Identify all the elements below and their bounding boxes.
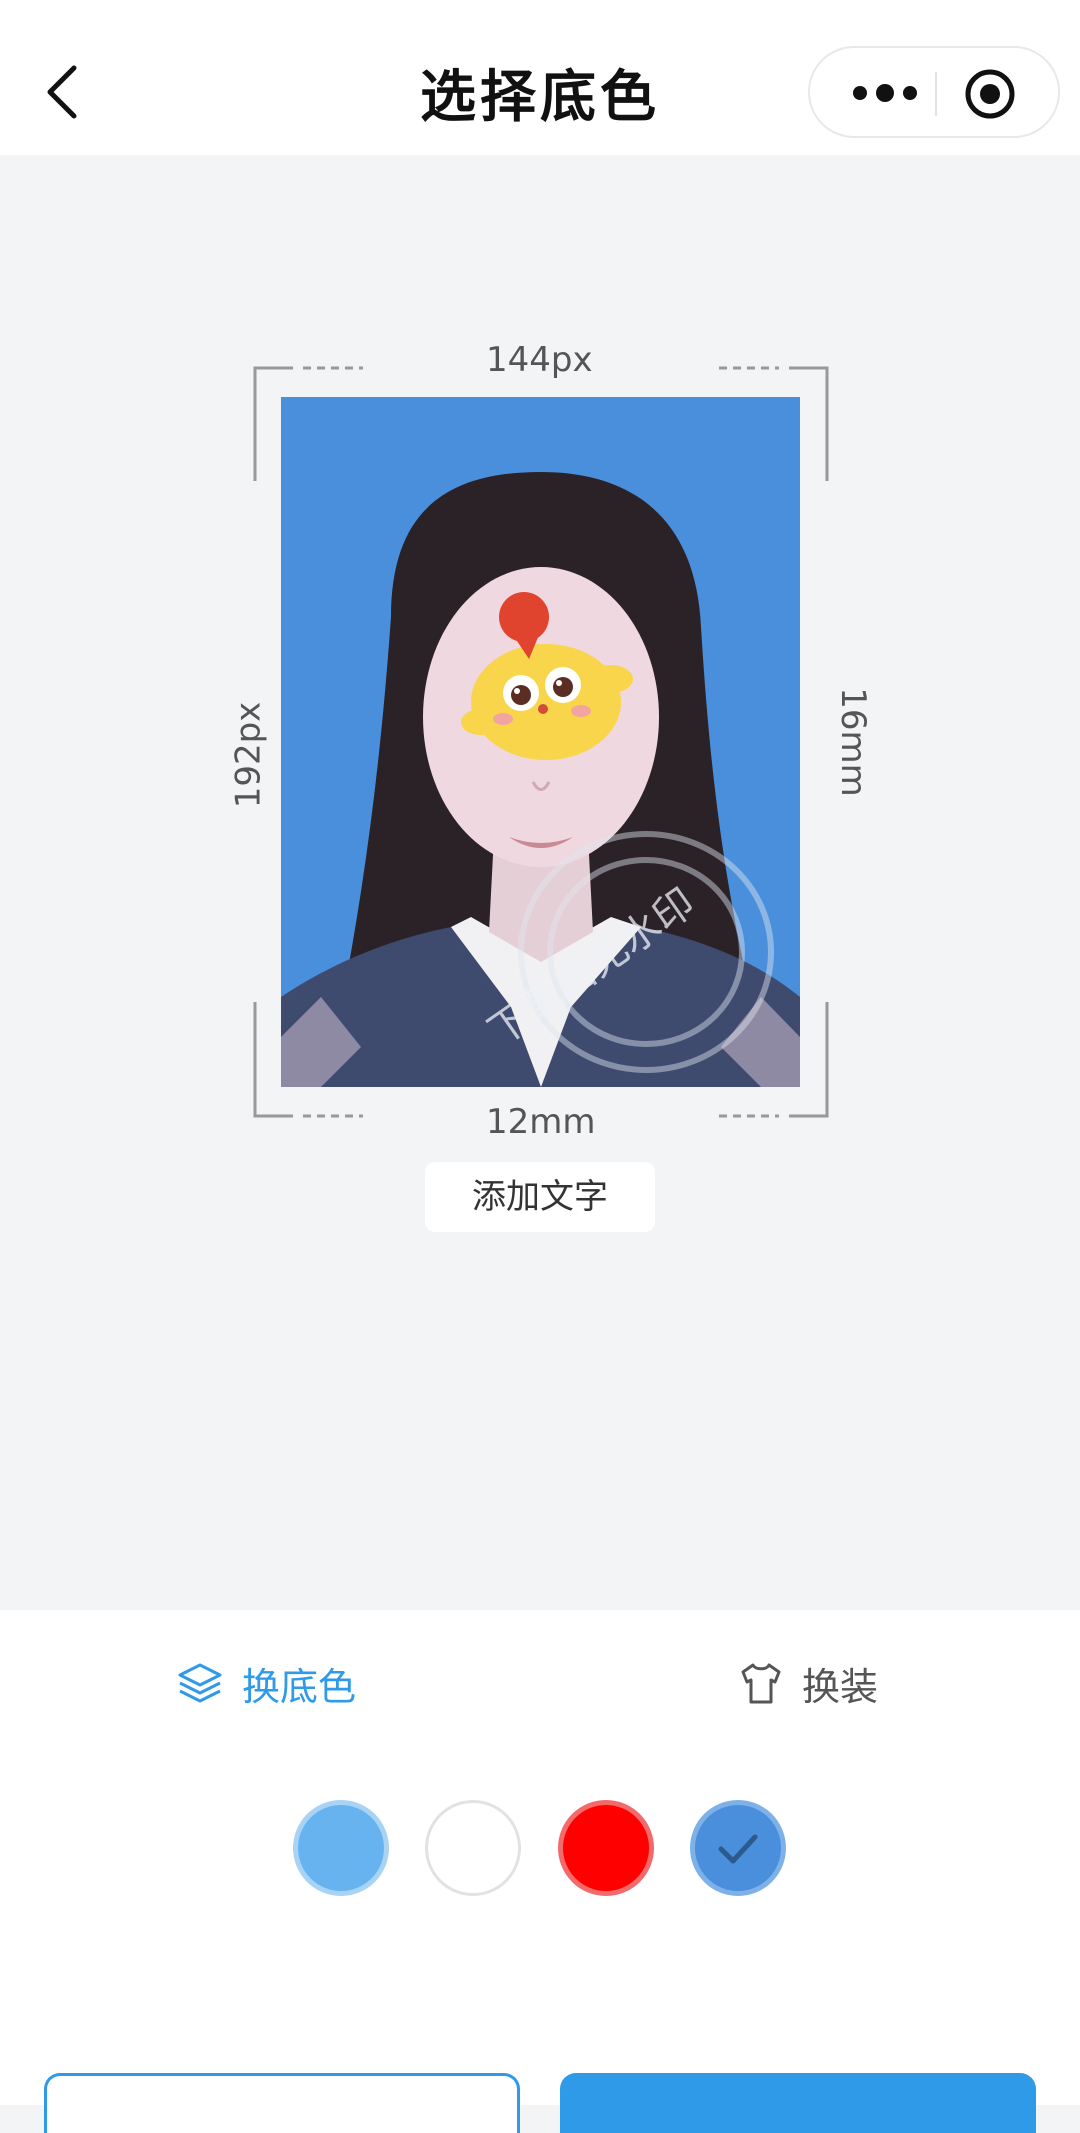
more-options-icon[interactable] [840, 68, 930, 118]
capsule-divider [935, 72, 937, 116]
swatch-red[interactable] [558, 1800, 654, 1896]
checkmark-icon [718, 1834, 758, 1864]
top-bar: 选择底色 [0, 0, 1080, 155]
shirt-icon [741, 1663, 781, 1704]
width-px-label: 144px [486, 340, 593, 380]
add-text-button[interactable]: 添加文字 [425, 1162, 655, 1232]
tab-change-background-label: 换底色 [242, 1664, 357, 1709]
layers-icon [178, 1663, 222, 1703]
close-target-icon[interactable] [962, 66, 1018, 122]
swatch-light-blue[interactable] [293, 1800, 389, 1896]
swatch-white[interactable] [425, 1800, 521, 1896]
width-mm-label: 12mm [486, 1102, 596, 1142]
tab-change-outfit-label: 换装 [802, 1664, 879, 1709]
id-photo-preview: 下载后无水印 [281, 397, 800, 1087]
height-mm-label: 16mm [832, 687, 873, 797]
height-px-label: 192px [228, 701, 269, 809]
primary-action-button[interactable] [560, 2073, 1036, 2133]
tab-change-background[interactable]: 换底色 [176, 1648, 356, 1718]
mini-program-capsule [808, 46, 1060, 138]
portrait-image: 下载后无水印 [281, 397, 800, 1087]
swatch-blue-selected[interactable] [690, 1800, 786, 1896]
secondary-action-button[interactable] [44, 2073, 520, 2133]
bottom-panel [0, 1610, 1080, 2105]
tab-change-outfit[interactable]: 换装 [738, 1648, 878, 1718]
